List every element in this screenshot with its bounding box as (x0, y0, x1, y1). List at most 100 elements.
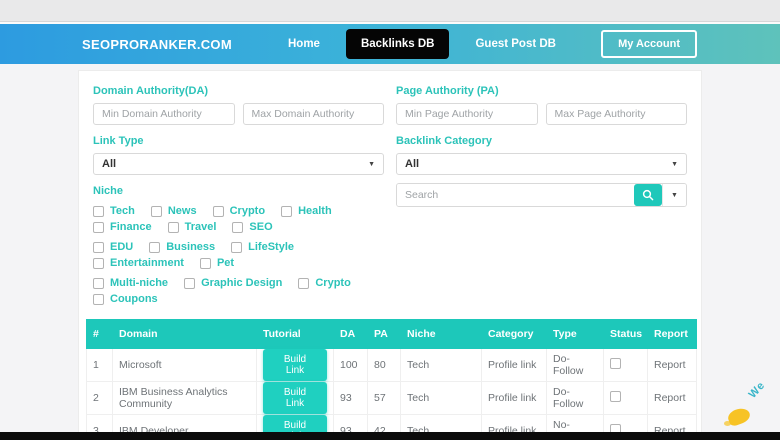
report-link[interactable]: Report (654, 359, 686, 371)
search-input[interactable] (397, 184, 634, 206)
report-cell: Report (648, 349, 697, 382)
row-number-cell: 1 (87, 349, 113, 382)
niche-checkbox-tech[interactable]: Tech (93, 205, 135, 217)
checkbox-icon[interactable] (149, 242, 160, 253)
search-button[interactable] (634, 184, 662, 206)
status-cell (604, 349, 648, 382)
niche-cell: Tech (401, 349, 482, 382)
content-card: Domain Authority(DA) Link Type All ▼ Nic… (78, 70, 702, 440)
build-link-button[interactable]: Build Link (263, 382, 327, 414)
niche-checkbox-label: LifeStyle (248, 241, 294, 253)
niche-row: EDU Business LifeStyle Entertainment Pet (93, 241, 384, 269)
checkbox-icon[interactable] (232, 222, 243, 233)
table-row: 1MicrosoftBuild Link10080TechProfile lin… (87, 349, 697, 382)
niche-label: Niche (93, 185, 384, 197)
search-dropdown-button[interactable]: ▼ (662, 184, 686, 206)
chevron-down-icon: ▼ (368, 161, 375, 168)
checkbox-icon[interactable] (213, 206, 224, 217)
backlink-category-select[interactable]: All ▼ (396, 153, 687, 175)
table-row: 2IBM Business Analytics CommunityBuild L… (87, 382, 697, 415)
column-header-pa: PA (368, 320, 401, 349)
page-authority-label: Page Authority (PA) (396, 85, 687, 97)
niche-checkbox-lifestyle[interactable]: LifeStyle (231, 241, 294, 253)
nav-item-guest-post-db[interactable]: Guest Post DB (475, 38, 556, 50)
niche-checkbox-health[interactable]: Health (281, 205, 332, 217)
checkbox-icon[interactable] (93, 294, 104, 305)
pa-cell: 80 (368, 349, 401, 382)
category-cell: Profile link (482, 349, 547, 382)
niche-row: Tech News Crypto Health Finance Travel SEO (93, 205, 384, 233)
checkbox-icon[interactable] (184, 278, 195, 289)
niche-checkbox-business[interactable]: Business (149, 241, 215, 253)
filters-section: Domain Authority(DA) Link Type All ▼ Nic… (79, 71, 701, 305)
max-domain-authority-input[interactable] (243, 103, 385, 125)
main-nav: Home Backlinks DB Guest Post DB (288, 29, 556, 59)
status-cell (604, 382, 648, 415)
checkbox-icon[interactable] (151, 206, 162, 217)
row-number-cell: 2 (87, 382, 113, 415)
my-account-button[interactable]: My Account (601, 30, 697, 58)
min-domain-authority-input[interactable] (93, 103, 235, 125)
chevron-down-icon: ▼ (671, 192, 678, 199)
tutorial-cell: Build Link (257, 349, 334, 382)
niche-checkbox-news[interactable]: News (151, 205, 197, 217)
report-link[interactable]: Report (654, 392, 686, 404)
niche-checkbox-graphic-design[interactable]: Graphic Design (184, 277, 282, 289)
pa-cell: 57 (368, 382, 401, 415)
niche-row: Multi-niche Graphic Design Crypto Coupons (93, 277, 384, 305)
chevron-down-icon: ▼ (671, 161, 678, 168)
niche-checkbox-label: Multi-niche (110, 277, 168, 289)
max-page-authority-input[interactable] (546, 103, 688, 125)
link-type-label: Link Type (93, 135, 384, 147)
niche-checkbox-multi-niche[interactable]: Multi-niche (93, 277, 168, 289)
column-header-da: DA (334, 320, 368, 349)
niche-checkbox-label: EDU (110, 241, 133, 253)
niche-checkbox-finance[interactable]: Finance (93, 221, 152, 233)
niche-checkbox-crypto[interactable]: Crypto (298, 277, 350, 289)
checkbox-icon[interactable] (93, 278, 104, 289)
domain-cell: Microsoft (113, 349, 257, 382)
filters-left-column: Domain Authority(DA) Link Type All ▼ Nic… (93, 85, 384, 305)
niche-checkbox-label: Coupons (110, 293, 158, 305)
niche-checkbox-label: Tech (110, 205, 135, 217)
niche-checkbox-travel[interactable]: Travel (168, 221, 217, 233)
page-background: Domain Authority(DA) Link Type All ▼ Nic… (0, 65, 780, 440)
checkbox-icon[interactable] (93, 258, 104, 269)
niche-checkbox-label: SEO (249, 221, 272, 233)
checkbox-icon[interactable] (168, 222, 179, 233)
niche-checkbox-edu[interactable]: EDU (93, 241, 133, 253)
domain-cell: IBM Business Analytics Community (113, 382, 257, 415)
niche-checkbox-label: Crypto (230, 205, 265, 217)
niche-checkbox-label: Pet (217, 257, 234, 269)
checkbox-icon[interactable] (93, 222, 104, 233)
status-checkbox[interactable] (610, 391, 621, 402)
search-icon (642, 189, 654, 201)
results-table-wrap: #DomainTutorialDAPANicheCategoryTypeStat… (79, 305, 701, 440)
build-link-button[interactable]: Build Link (263, 349, 327, 381)
nav-item-home[interactable]: Home (288, 38, 320, 50)
niche-cell: Tech (401, 382, 482, 415)
da-cell: 93 (334, 382, 368, 415)
table-header-row: #DomainTutorialDAPANicheCategoryTypeStat… (87, 320, 697, 349)
checkbox-icon[interactable] (281, 206, 292, 217)
checkbox-icon[interactable] (200, 258, 211, 269)
status-checkbox[interactable] (610, 358, 621, 369)
bottom-black-bar (0, 432, 780, 440)
column-header--: # (87, 320, 113, 349)
checkbox-icon[interactable] (93, 206, 104, 217)
niche-checkbox-crypto[interactable]: Crypto (213, 205, 265, 217)
niche-checkbox-seo[interactable]: SEO (232, 221, 272, 233)
niche-checkbox-coupons[interactable]: Coupons (93, 293, 158, 305)
niche-checkbox-entertainment[interactable]: Entertainment (93, 257, 184, 269)
nav-item-backlinks-db[interactable]: Backlinks DB (346, 29, 450, 59)
min-page-authority-input[interactable] (396, 103, 538, 125)
checkbox-icon[interactable] (298, 278, 309, 289)
niche-checkbox-label: Graphic Design (201, 277, 282, 289)
checkbox-icon[interactable] (231, 242, 242, 253)
niche-checkbox-pet[interactable]: Pet (200, 257, 234, 269)
checkbox-icon[interactable] (93, 242, 104, 253)
link-type-select[interactable]: All ▼ (93, 153, 384, 175)
niche-checkbox-label: Travel (185, 221, 217, 233)
niche-checkbox-label: Finance (110, 221, 152, 233)
brand-logo: SEOPRORANKER.COM (82, 37, 232, 52)
